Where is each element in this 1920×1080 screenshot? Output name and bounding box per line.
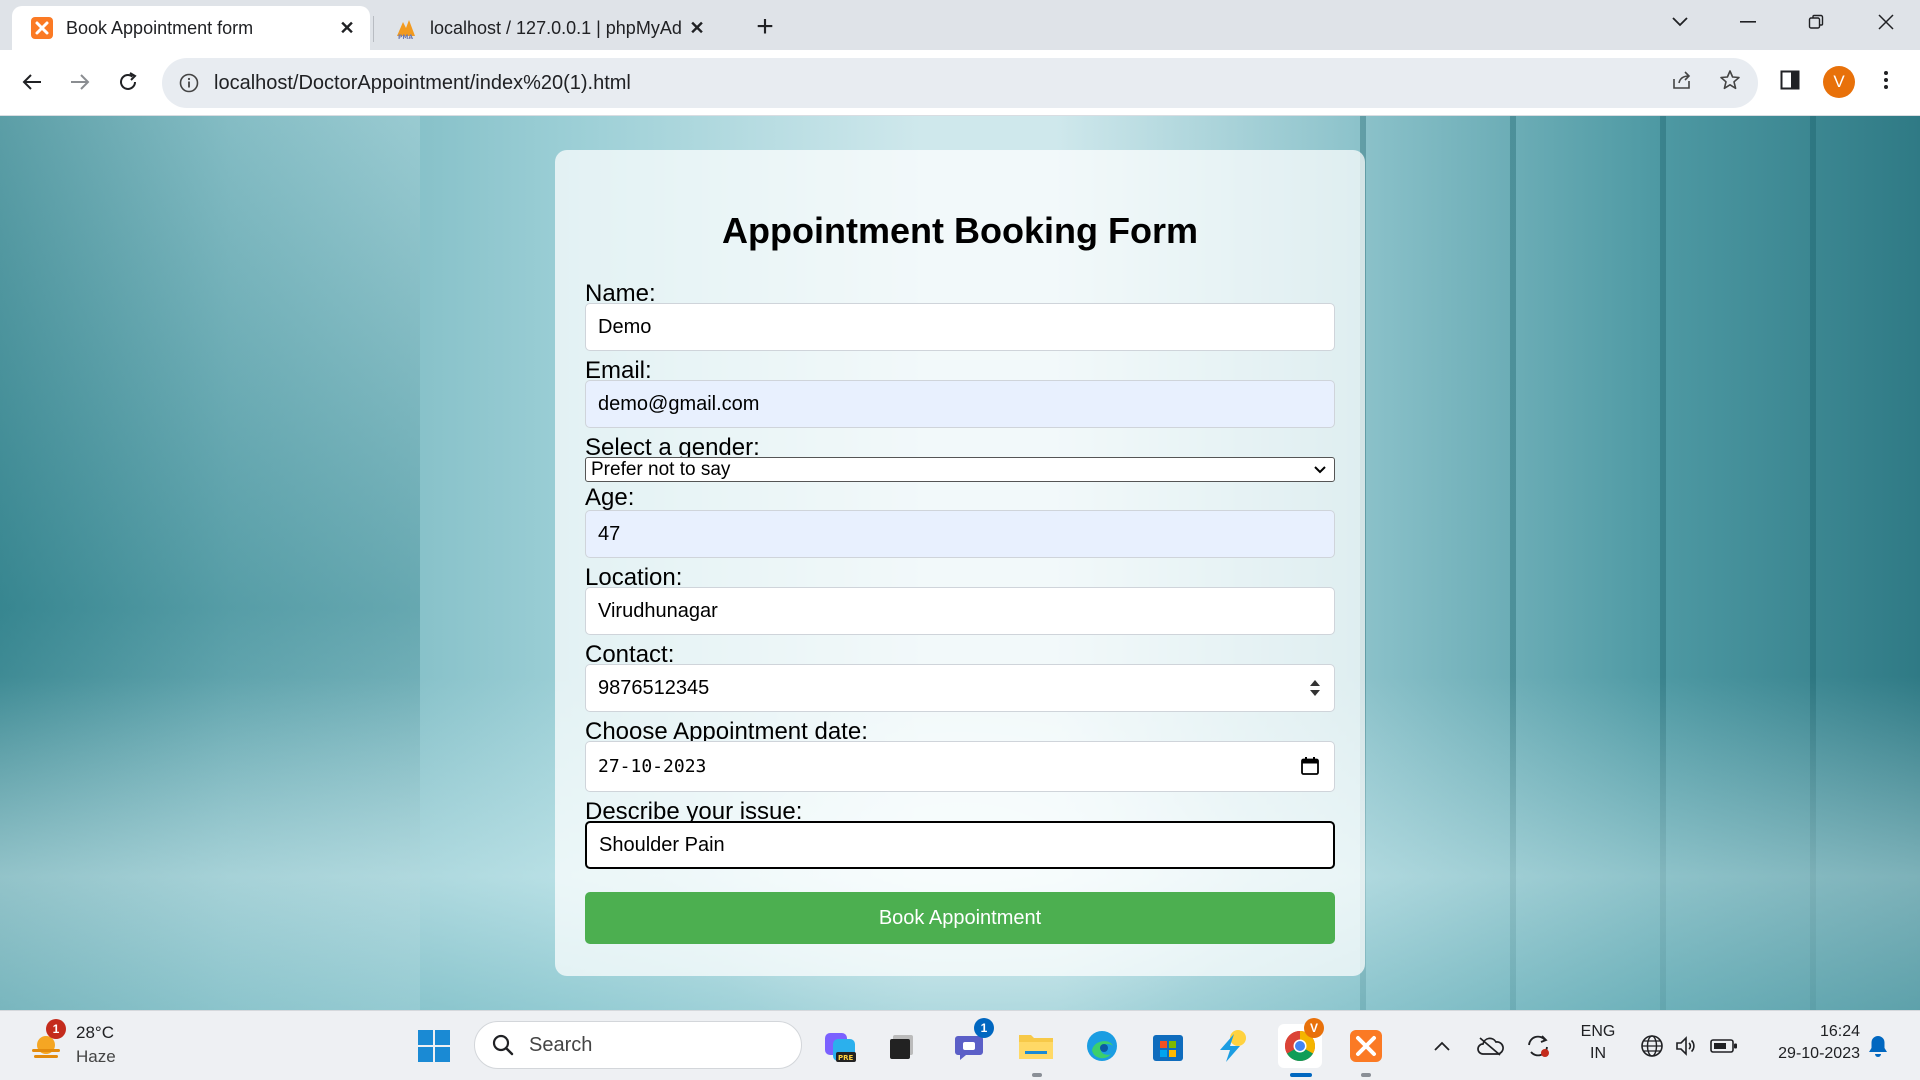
tab-phpmyadmin[interactable]: PMA localhost / 127.0.0.1 | phpMyAdr ✕ bbox=[376, 6, 720, 50]
edge-browser-icon[interactable] bbox=[1080, 1024, 1124, 1068]
contact-value: 9876512345 bbox=[598, 676, 710, 699]
search-placeholder: Search bbox=[529, 1033, 593, 1056]
language-code: ENG bbox=[1580, 1023, 1616, 1040]
site-info-icon[interactable] bbox=[178, 72, 200, 94]
system-clock[interactable]: 16:24 29-10-2023 bbox=[1756, 1023, 1860, 1063]
clock-date: 29-10-2023 bbox=[1778, 1045, 1860, 1062]
search-icon bbox=[491, 1033, 515, 1057]
forward-arrow-icon[interactable] bbox=[60, 62, 100, 102]
menu-kebab-icon[interactable] bbox=[1866, 60, 1906, 100]
restore-icon[interactable] bbox=[1786, 0, 1846, 44]
profile-avatar[interactable]: V bbox=[1823, 66, 1855, 98]
new-tab-button[interactable]: + bbox=[748, 10, 782, 44]
weather-temperature: 28°C bbox=[76, 1023, 114, 1042]
name-value: Demo bbox=[598, 315, 652, 338]
chrome-browser-icon[interactable]: V bbox=[1278, 1018, 1324, 1068]
close-window-icon[interactable] bbox=[1856, 0, 1916, 44]
copilot-preview-icon[interactable]: PRE bbox=[818, 1024, 862, 1068]
appointment-date-input[interactable]: 27-10-2023 bbox=[585, 741, 1335, 792]
issue-input[interactable]: Shoulder Pain bbox=[585, 821, 1335, 869]
browser-tab-strip: Book Appointment form ✕ PMA localhost / … bbox=[0, 0, 1920, 50]
age-label: Age: bbox=[585, 484, 635, 511]
xampp-favicon-icon bbox=[30, 16, 54, 40]
tab-separator bbox=[373, 16, 374, 42]
book-appointment-button[interactable]: Book Appointment bbox=[585, 892, 1335, 944]
side-panel-icon[interactable] bbox=[1770, 60, 1810, 100]
tab-close-icon[interactable]: ✕ bbox=[332, 13, 362, 43]
share-icon[interactable] bbox=[1662, 60, 1702, 100]
minimize-icon[interactable] bbox=[1718, 0, 1778, 44]
browser-toolbar: localhost/DoctorAppointment/index%20(1).… bbox=[0, 50, 1920, 116]
age-input[interactable]: 47 bbox=[585, 510, 1335, 558]
chevron-down-icon bbox=[1312, 462, 1328, 478]
page-background: Appointment Booking Form Name: Demo Emai… bbox=[0, 116, 1920, 1010]
windows-start-icon[interactable] bbox=[412, 1024, 456, 1068]
email-input[interactable]: demo@gmail.com bbox=[585, 380, 1335, 428]
weather-notification-badge: 1 bbox=[46, 1019, 66, 1039]
teams-notification-badge: 1 bbox=[974, 1018, 994, 1038]
file-explorer-icon[interactable] bbox=[1014, 1024, 1058, 1068]
svg-text:PRE: PRE bbox=[838, 1054, 854, 1062]
chrome-running-indicator bbox=[1290, 1073, 1312, 1077]
weather-widget[interactable]: 1 28°C Haze bbox=[28, 1019, 138, 1073]
teams-chat-icon[interactable]: 1 bbox=[948, 1018, 994, 1068]
issue-value: Shoulder Pain bbox=[599, 833, 725, 856]
location-value: Virudhunagar bbox=[598, 599, 718, 622]
name-input[interactable]: Demo bbox=[585, 303, 1335, 351]
tab-search-chevron-icon[interactable] bbox=[1650, 0, 1710, 44]
chrome-profile-badge: V bbox=[1304, 1018, 1324, 1038]
battery-icon[interactable] bbox=[1702, 1024, 1746, 1068]
taskbar-search-box[interactable]: Search bbox=[474, 1021, 802, 1069]
windows-taskbar: 1 28°C Haze Search PRE 1 V ENG IN 16:24 … bbox=[0, 1010, 1920, 1080]
tab-title: Book Appointment form bbox=[66, 17, 254, 38]
form-heading: Appointment Booking Form bbox=[722, 210, 1198, 251]
show-hidden-icons-chevron-icon[interactable] bbox=[1420, 1024, 1464, 1068]
tab-close-icon[interactable]: ✕ bbox=[682, 13, 712, 43]
tab-title: localhost / 127.0.0.1 | phpMyAdr bbox=[430, 17, 682, 38]
url-text: localhost/DoctorAppointment/index%20(1).… bbox=[214, 71, 631, 94]
number-spinner-icon[interactable] bbox=[1308, 677, 1322, 699]
bookmark-star-icon[interactable] bbox=[1710, 60, 1750, 100]
tab-book-appointment[interactable]: Book Appointment form ✕ bbox=[12, 6, 370, 50]
contact-input[interactable]: 9876512345 bbox=[585, 664, 1335, 712]
back-arrow-icon[interactable] bbox=[12, 62, 52, 102]
microsoft-store-icon[interactable] bbox=[1146, 1024, 1190, 1068]
svg-text:PMA: PMA bbox=[398, 34, 413, 40]
weather-condition: Haze bbox=[76, 1047, 116, 1066]
gender-select[interactable]: Prefer not to say bbox=[585, 457, 1335, 482]
reload-icon[interactable] bbox=[108, 62, 148, 102]
location-input[interactable]: Virudhunagar bbox=[585, 587, 1335, 635]
weather-app-icon[interactable] bbox=[1212, 1024, 1256, 1068]
address-bar[interactable]: localhost/DoctorAppointment/index%20(1).… bbox=[162, 58, 1758, 108]
onedrive-cloud-icon[interactable] bbox=[1468, 1024, 1512, 1068]
appointment-form: Appointment Booking Form Name: Demo Emai… bbox=[555, 150, 1365, 976]
notification-bell-icon[interactable] bbox=[1856, 1024, 1900, 1068]
gender-value: Prefer not to say bbox=[591, 458, 731, 480]
sync-icon[interactable] bbox=[1516, 1024, 1560, 1068]
file-explorer-running-indicator bbox=[1032, 1073, 1042, 1077]
task-view-icon[interactable] bbox=[880, 1024, 924, 1068]
clock-time: 16:24 bbox=[1819, 1023, 1860, 1040]
email-value: demo@gmail.com bbox=[598, 392, 760, 415]
xampp-control-icon[interactable] bbox=[1344, 1024, 1388, 1068]
input-language-indicator[interactable]: ENG IN bbox=[1576, 1023, 1620, 1063]
phpmyadmin-favicon-icon: PMA bbox=[394, 16, 418, 40]
xampp-running-indicator bbox=[1361, 1073, 1371, 1077]
language-region: IN bbox=[1590, 1045, 1606, 1062]
age-value: 47 bbox=[598, 522, 621, 545]
calendar-icon[interactable] bbox=[1300, 756, 1320, 776]
date-value: 27-10-2023 bbox=[598, 756, 707, 777]
